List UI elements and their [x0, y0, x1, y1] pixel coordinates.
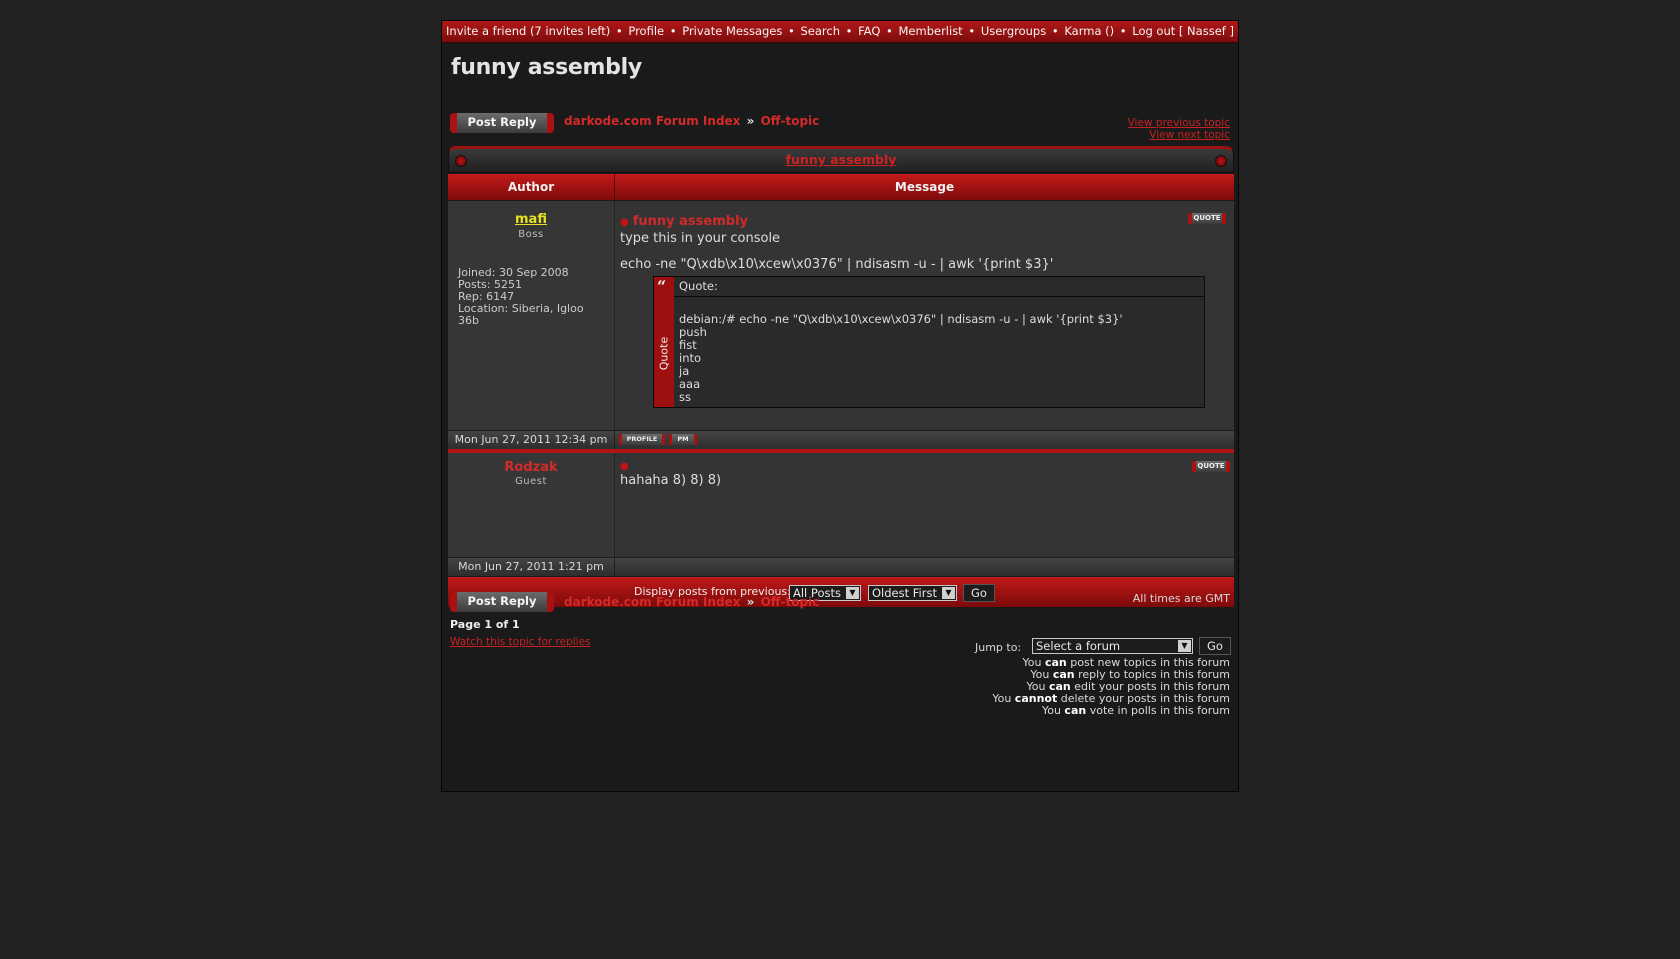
top-navigation: Invite a friend (7 invites left) • Profi… — [442, 21, 1238, 43]
post-text-line: echo -ne "Q\xdb\x10\xcew\x0376" | ndisas… — [620, 257, 1054, 272]
breadcrumb-forum-index[interactable]: darkode.com Forum Index — [564, 114, 740, 128]
post-date: Mon Jun 27, 2011 12:34 pm — [448, 431, 615, 449]
quote-line: debian:/# echo -ne "Q\xdb\x10\xcew\x0376… — [679, 312, 1123, 326]
post-footer: Mon Jun 27, 2011 12:34 pm PROFILE PM — [448, 430, 1234, 449]
pagination-info: Page 1 of 1 — [450, 618, 520, 631]
post-bullet-icon: ● — [620, 461, 629, 472]
breadcrumb-separator: » — [746, 595, 755, 609]
quote-header: Quote: — [674, 277, 1204, 297]
nav-separator: • — [615, 24, 623, 38]
nav-logout[interactable]: Log out [ Nassef ] — [1132, 24, 1234, 38]
permission-line: You can vote in polls in this forum — [1041, 704, 1230, 717]
topic-navigation: View previous topic View next topic — [1128, 117, 1230, 141]
posts-table-header: Author Message — [448, 174, 1234, 200]
topic-title-bar: funny assembly — [448, 146, 1234, 173]
post-row: Rodzak Guest ● QUOTE hahaha 8) 8) 8) — [448, 453, 1234, 557]
quote-line: ja — [679, 364, 690, 378]
nav-memberlist[interactable]: Memberlist — [899, 24, 963, 38]
post-subject-text: funny assembly — [632, 214, 749, 229]
quote-line: into — [679, 351, 702, 365]
post-text-line: hahaha 8) 8) 8) — [620, 473, 722, 488]
breadcrumb-subforum[interactable]: Off-topic — [761, 114, 820, 128]
breadcrumb: darkode.com Forum Index » Off-topic — [564, 595, 819, 609]
nav-faq[interactable]: FAQ — [858, 24, 880, 38]
chevron-down-icon: ▼ — [846, 587, 859, 599]
jump-go-button[interactable]: Go — [1199, 637, 1231, 655]
watch-topic-link[interactable]: Watch this topic for replies — [450, 636, 591, 648]
author-column-header: Author — [448, 174, 615, 200]
profile-button[interactable]: PROFILE — [619, 434, 665, 445]
quote-line: fist — [679, 338, 697, 352]
jump-to-label: Jump to: — [975, 641, 1022, 654]
forum-permissions: You can post new topics in this forum Yo… — [992, 657, 1230, 717]
nav-separator: • — [968, 24, 976, 38]
post-text-line: type this in your console — [620, 231, 781, 246]
pm-button[interactable]: PM — [669, 434, 697, 445]
quote-line: ss — [679, 390, 691, 404]
quote-sidebar: “ Quote — [654, 277, 674, 407]
chevron-down-icon: ▼ — [942, 587, 955, 599]
nav-karma[interactable]: Karma () — [1064, 24, 1114, 38]
quote-side-label: Quote — [657, 336, 671, 371]
post-author-info: Joined: 30 Sep 2008 Posts: 5251 Rep: 614… — [458, 267, 608, 327]
quote-line: aaa — [679, 377, 701, 391]
nav-separator: • — [845, 24, 853, 38]
quote-mark-icon: “ — [657, 277, 667, 296]
sort-order-value: Oldest First — [872, 586, 937, 600]
nav-invite-friend[interactable]: Invite a friend (7 invites left) — [446, 24, 610, 38]
message-column-header: Message — [894, 180, 955, 194]
jump-to-value: Select a forum — [1036, 639, 1121, 653]
post-subject: ● funny assembly — [620, 214, 748, 229]
nav-search[interactable]: Search — [800, 24, 840, 38]
nav-separator: • — [1051, 24, 1059, 38]
breadcrumb-forum-index[interactable]: darkode.com Forum Index — [564, 595, 740, 609]
quote-line: push — [679, 325, 707, 339]
display-go-button[interactable]: Go — [963, 584, 995, 602]
quote-body: debian:/# echo -ne "Q\xdb\x10\xcew\x0376… — [679, 313, 1123, 404]
sort-order-select[interactable]: Oldest First ▼ — [868, 585, 957, 601]
left-knob-icon — [455, 155, 467, 167]
quote-block: “ Quote Quote: debian:/# echo -ne "Q\xdb… — [653, 276, 1205, 408]
post-author-cell: mafi Boss Joined: 30 Sep 2008 Posts: 525… — [448, 201, 615, 430]
post-author-rank: Guest — [515, 476, 547, 487]
breadcrumb-subforum[interactable]: Off-topic — [761, 595, 820, 609]
jump-to-forum-select[interactable]: Select a forum ▼ — [1032, 638, 1193, 654]
page-title: funny assembly — [451, 55, 642, 80]
post-message-cell: ● funny assembly QUOTE type this in your … — [615, 201, 1234, 430]
nav-separator: • — [1119, 24, 1127, 38]
post-date: Mon Jun 27, 2011 1:21 pm — [448, 558, 615, 576]
post-author-cell: Rodzak Guest — [448, 453, 615, 557]
post-bullet-icon: ● — [620, 217, 629, 228]
post-subject: ● — [620, 458, 633, 473]
post-author-name[interactable]: Rodzak — [448, 460, 614, 475]
next-topic-link[interactable]: View next topic — [1128, 129, 1230, 141]
post-author-rank: Boss — [518, 229, 544, 240]
post-author-name[interactable]: mafi — [448, 212, 614, 227]
nav-profile[interactable]: Profile — [628, 24, 664, 38]
post-row: mafi Boss Joined: 30 Sep 2008 Posts: 525… — [448, 201, 1234, 430]
quote-button[interactable]: QUOTE — [1188, 213, 1226, 224]
previous-topic-link[interactable]: View previous topic — [1128, 117, 1230, 129]
post-footer: Mon Jun 27, 2011 1:21 pm — [448, 557, 1234, 576]
breadcrumb: darkode.com Forum Index » Off-topic — [564, 114, 819, 128]
nav-separator: • — [788, 24, 795, 38]
nav-usergroups[interactable]: Usergroups — [981, 24, 1046, 38]
post-reply-button[interactable]: Post Reply — [450, 113, 554, 133]
right-knob-icon — [1215, 155, 1227, 167]
nav-private-messages[interactable]: Private Messages — [682, 24, 782, 38]
forum-container: Invite a friend (7 invites left) • Profi… — [441, 20, 1239, 792]
timezone-note: All times are GMT — [1132, 592, 1230, 605]
post-message-cell: ● QUOTE hahaha 8) 8) 8) — [615, 453, 1234, 557]
author-location: Location: Siberia, Igloo 36b — [458, 302, 584, 327]
chevron-down-icon: ▼ — [1178, 640, 1191, 652]
topic-title-link[interactable]: funny assembly — [786, 152, 897, 167]
breadcrumb-separator: » — [746, 114, 755, 128]
quote-button[interactable]: QUOTE — [1192, 461, 1230, 472]
post-reply-button[interactable]: Post Reply — [450, 592, 554, 612]
nav-separator: • — [669, 24, 677, 38]
nav-separator: • — [886, 24, 893, 38]
